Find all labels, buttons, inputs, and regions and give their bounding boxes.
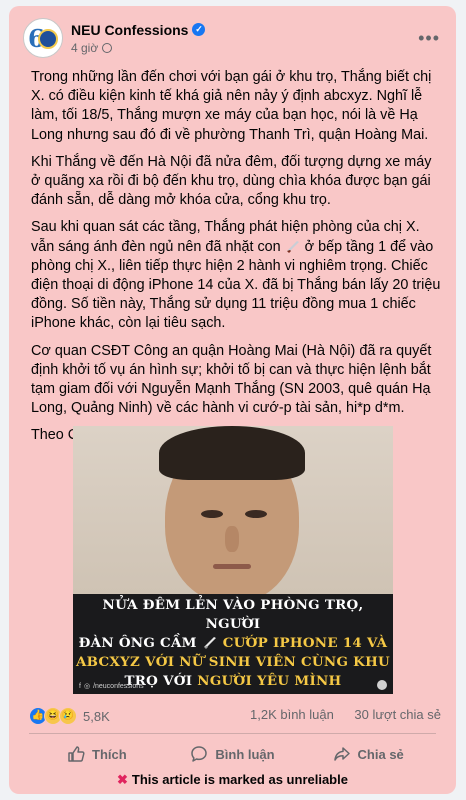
- like-button[interactable]: Thích: [29, 740, 165, 768]
- facebook-icon: f: [79, 682, 81, 690]
- comment-button[interactable]: Bình luận: [165, 740, 301, 768]
- portrait-photo: [73, 426, 393, 594]
- share-icon: [333, 747, 350, 761]
- globe-icon: [102, 42, 113, 53]
- post-paragraph: Cơ quan CSĐT Công an quận Hoàng Mai (Hà …: [31, 342, 432, 417]
- comment-icon: [191, 746, 208, 762]
- share-count[interactable]: 30 lượt chia sẻ: [354, 707, 441, 722]
- divider: [29, 733, 436, 734]
- verified-badge-icon: ✓: [192, 23, 206, 36]
- page-avatar[interactable]: 6: [23, 18, 63, 58]
- page-name[interactable]: NEU Confessions: [71, 22, 188, 38]
- post-text: Trong những lần đến chơi với bạn gái ở k…: [31, 68, 443, 454]
- unreliable-notice: ✖ This article is marked as unreliable: [117, 772, 348, 787]
- thumbs-up-icon: [68, 746, 85, 762]
- image-caption: NỬA ĐÊM LẺN VÀO PHÒNG TRỌ, NGƯỜI ĐÀN ÔNG…: [75, 597, 391, 689]
- more-options-icon[interactable]: •••: [418, 28, 440, 49]
- post-time[interactable]: 4 giờ: [71, 41, 98, 55]
- comment-count[interactable]: 1,2K bình luận: [250, 707, 334, 722]
- cross-icon: ✖: [117, 772, 128, 787]
- post-paragraph: Khi Thắng về đến Hà Nội đã nửa đêm, đối …: [31, 153, 432, 209]
- reactions-summary[interactable]: 👍 😆 😢 5,8K: [29, 707, 110, 725]
- share-button[interactable]: Chia sẻ: [300, 740, 436, 768]
- post-header: 6 NEU Confessions ✓ 4 giờ: [23, 16, 206, 60]
- post-paragraph: Sau khi quan sát các tầng, Thắng phát hi…: [31, 219, 441, 332]
- knife-icon: [203, 637, 216, 649]
- reaction-count: 5,8K: [83, 708, 110, 724]
- instagram-icon: ◎: [83, 683, 91, 690]
- post-actions: Thích Bình luận Chia sẻ: [29, 740, 436, 768]
- post-stats: 👍 😆 😢 5,8K 1,2K bình luận 30 lượt chia s…: [29, 707, 441, 729]
- post-meta: NEU Confessions ✓ 4 giờ: [71, 22, 206, 55]
- watermark-logo: [377, 680, 387, 690]
- post-card: 6 NEU Confessions ✓ 4 giờ ••• Trong nhữn…: [9, 6, 456, 794]
- image-footer: f ◎ /neuconfessions: [79, 682, 144, 691]
- post-image[interactable]: NỬA ĐÊM LẺN VÀO PHÒNG TRỌ, NGƯỜI ĐÀN ÔNG…: [73, 426, 393, 694]
- knife-icon: [286, 240, 299, 253]
- post-paragraph: Trong những lần đến chơi với bạn gái ở k…: [31, 69, 432, 143]
- sad-reaction-icon: 😢: [59, 707, 77, 725]
